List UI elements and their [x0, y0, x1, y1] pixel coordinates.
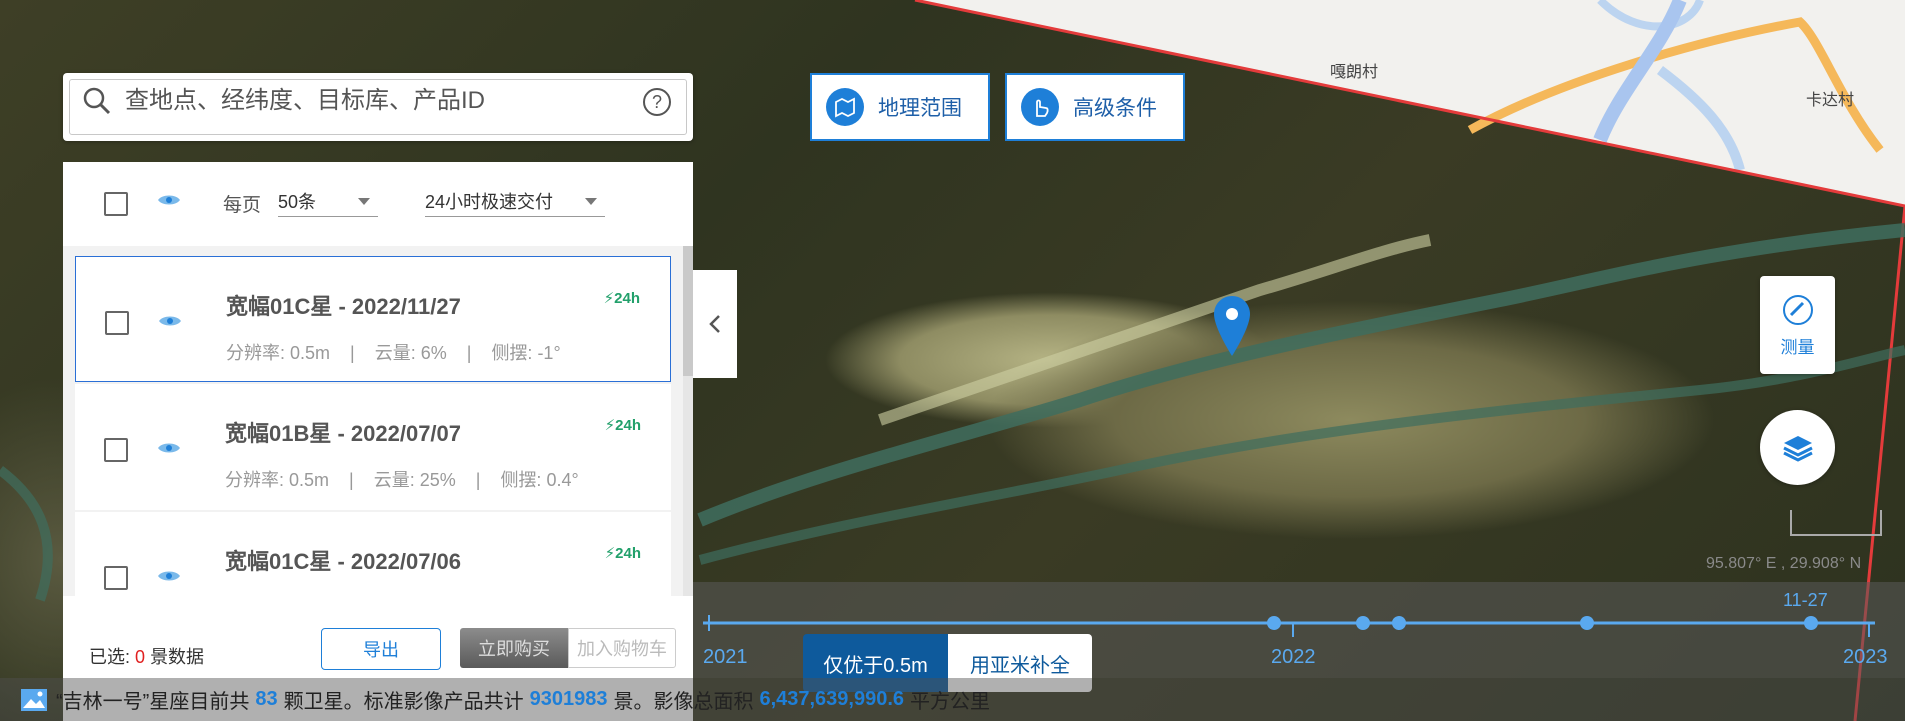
selected-count-text: 已选: 0 景数据: [89, 647, 205, 667]
per-page-value: 50条: [278, 192, 317, 212]
pointer-hand-icon: [1021, 88, 1059, 126]
buy-now-button[interactable]: 立即购买: [460, 628, 568, 668]
eye-icon[interactable]: [157, 193, 181, 207]
status-text-2: 颗卫星。标准影像产品共计: [283, 691, 524, 713]
result-item[interactable]: 宽幅01B星 - 2022/07/07 ⚡24h 分辨率: 0.5m | 云量:…: [75, 384, 671, 510]
collapse-panel-button[interactable]: [693, 270, 737, 378]
current-date-label: 11-27: [1783, 590, 1828, 610]
geo-range-label: 地理范围: [878, 97, 962, 120]
delivery-value: 24小时极速交付: [425, 192, 554, 212]
item-meta: 分辨率: 0.5m | 云量: 25% | 侧摆: 0.4°: [225, 470, 579, 490]
place-label-galang: 嘎朗村: [1330, 64, 1379, 81]
search-bar: ?: [63, 73, 693, 141]
product-count: 9301983: [529, 688, 608, 710]
status-bar: “吉林一号”星座目前共 83 颗卫星。标准影像产品共计 9301983 景。影像…: [0, 678, 1905, 721]
eye-icon[interactable]: [157, 569, 181, 583]
select-all-checkbox[interactable]: [104, 192, 128, 216]
coordinates-readout: 95.807° E , 29.908° N: [1706, 555, 1862, 572]
delivery-select[interactable]: 24小时极速交付: [425, 188, 605, 217]
ruler-icon: [1782, 294, 1813, 325]
results-panel: 每页 50条 24小时极速交付 宽幅01C星 - 2022/11/27 ⚡24h…: [63, 162, 693, 721]
place-label-kada: 卡达村: [1806, 92, 1855, 109]
eye-icon[interactable]: [158, 314, 182, 328]
item-meta: 分辨率: 0.5m | 云量: 6% | 侧摆: -1°: [226, 343, 561, 363]
svg-text:?: ?: [652, 92, 662, 112]
result-item[interactable]: 宽幅01C星 - 2022/11/27 ⚡24h 分辨率: 0.5m | 云量:…: [75, 256, 671, 382]
geo-range-button[interactable]: 地理范围: [810, 73, 990, 141]
layers-icon: [1782, 435, 1813, 462]
status-text-3: 景。影像总面积: [613, 691, 754, 713]
year-label-2023: 2023: [1843, 646, 1888, 668]
search-input[interactable]: [123, 83, 587, 119]
badge-24h: ⚡24h: [603, 290, 640, 307]
item-title: 宽幅01B星 - 2022/07/07: [225, 421, 462, 446]
map-area-icon: [826, 88, 864, 126]
list-scrollbar[interactable]: [683, 246, 693, 596]
item-checkbox[interactable]: [104, 438, 128, 462]
status-text-4: 平方公里: [910, 691, 991, 713]
per-page-select[interactable]: 50条: [278, 188, 378, 217]
satellite-count: 83: [255, 688, 278, 710]
year-label-2022: 2022: [1271, 646, 1316, 668]
badge-24h: ⚡24h: [604, 545, 641, 562]
add-to-cart-button[interactable]: 加入购物车: [568, 628, 676, 668]
chevron-down-icon: [585, 198, 597, 205]
item-title: 宽幅01C星 - 2022/11/27: [226, 294, 461, 319]
list-header: 每页 50条 24小时极速交付: [63, 162, 693, 246]
chevron-down-icon: [358, 198, 370, 205]
status-text-1: “吉林一号”星座目前共: [56, 691, 250, 713]
eye-icon[interactable]: [157, 441, 181, 455]
layers-button[interactable]: [1760, 410, 1835, 485]
year-label-2021: 2021: [703, 646, 748, 668]
per-page-label: 每页: [223, 195, 262, 216]
result-list: 宽幅01C星 - 2022/11/27 ⚡24h 分辨率: 0.5m | 云量:…: [63, 246, 693, 596]
advanced-filter-button[interactable]: 高级条件: [1005, 73, 1185, 141]
item-checkbox[interactable]: [104, 566, 128, 590]
scale-bar: [1790, 510, 1882, 536]
badge-24h: ⚡24h: [604, 417, 641, 434]
chevron-left-icon: [709, 315, 720, 333]
advanced-filter-label: 高级条件: [1073, 97, 1157, 120]
export-button[interactable]: 导出: [321, 628, 441, 670]
result-item[interactable]: 宽幅01C星 - 2022/07/06 ⚡24h: [75, 512, 671, 596]
measure-button[interactable]: 测量: [1760, 276, 1835, 374]
item-title: 宽幅01C星 - 2022/07/06: [225, 549, 462, 574]
scrollbar-thumb[interactable]: [683, 246, 693, 376]
help-icon[interactable]: ?: [641, 86, 673, 118]
search-icon[interactable]: [81, 85, 113, 117]
total-area: 6,437,639,990.6: [759, 688, 905, 710]
location-pin-icon[interactable]: [1214, 296, 1250, 356]
measure-label: 测量: [1780, 337, 1815, 357]
item-checkbox[interactable]: [105, 311, 129, 335]
image-icon: [21, 688, 47, 711]
